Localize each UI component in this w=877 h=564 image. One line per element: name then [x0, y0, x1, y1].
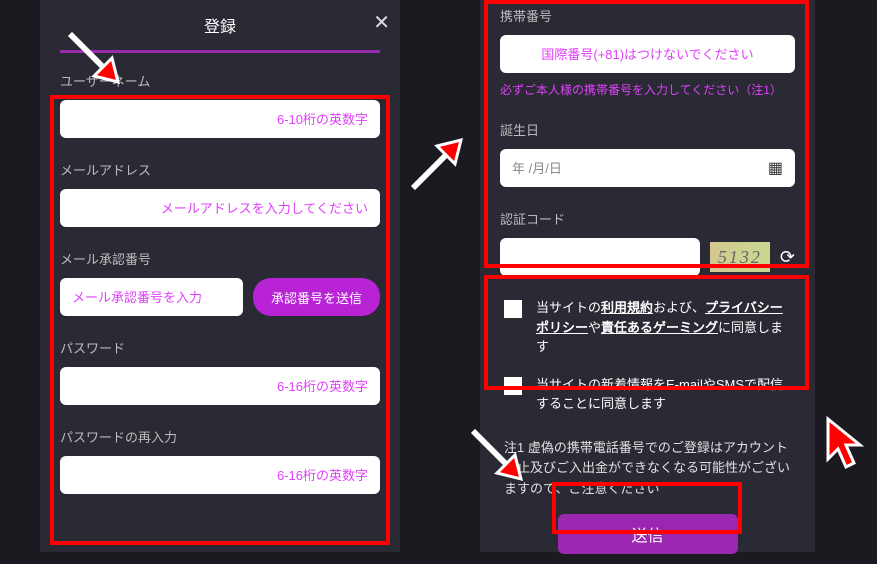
- terms-consent-row: 当サイトの利用規約および、プライバシーポリシーや責任あるゲーミングに同意します: [500, 298, 795, 357]
- email-verify-input[interactable]: [60, 278, 243, 316]
- terms-link[interactable]: 利用規約: [601, 300, 653, 315]
- email-field: メールアドレス: [60, 160, 380, 227]
- birthday-input[interactable]: [500, 149, 795, 187]
- email-verify-label: メール承認番号: [60, 249, 380, 268]
- responsible-gaming-link[interactable]: 責任あるゲーミング: [601, 320, 718, 335]
- email-label: メールアドレス: [60, 160, 380, 179]
- password-field: パスワード: [60, 338, 380, 405]
- terms-mid1: および、: [653, 300, 705, 315]
- submit-button[interactable]: 送信: [558, 514, 738, 554]
- cursor-icon: [822, 415, 872, 475]
- terms-checkbox[interactable]: [504, 300, 522, 318]
- marketing-consent-row: 当サイトの新着情報をE-mailやSMSで配信することに同意します: [500, 375, 795, 414]
- form-body-left: ユーザーネーム メールアドレス メール承認番号 承認番号を送信 パスワード パス…: [40, 61, 400, 526]
- modal-header: 登録 ✕: [40, 0, 400, 50]
- username-field: ユーザーネーム: [60, 71, 380, 138]
- phone-note: 注1 虚偽の携帯電話番号でのご登録はアカウント停止及びご入出金ができなくなる可能…: [500, 432, 795, 514]
- send-code-button[interactable]: 承認番号を送信: [253, 278, 380, 316]
- captcha-image: 5132: [710, 242, 770, 272]
- username-input[interactable]: [60, 100, 380, 138]
- password-confirm-input[interactable]: [60, 456, 380, 494]
- registration-panel-left: 登録 ✕ ユーザーネーム メールアドレス メール承認番号 承認番号を送信 パスワ…: [40, 0, 400, 552]
- registration-panel-right: 携帯番号 必ずご本人様の携帯番号を入力してください（注1） 誕生日 ▦ 認証コー…: [480, 0, 815, 552]
- modal-title: 登録: [204, 13, 236, 37]
- terms-mid2: や: [588, 320, 601, 335]
- captcha-input[interactable]: [500, 238, 700, 276]
- birthday-label: 誕生日: [500, 120, 795, 139]
- email-verify-field: メール承認番号 承認番号を送信: [60, 249, 380, 316]
- marketing-text: 当サイトの新着情報をE-mailやSMSで配信することに同意します: [536, 375, 791, 414]
- captcha-label: 認証コード: [500, 209, 795, 228]
- captcha-field: 認証コード 5132 ⟳: [500, 209, 795, 276]
- close-icon[interactable]: ✕: [373, 10, 390, 35]
- password-confirm-label: パスワードの再入力: [60, 427, 380, 446]
- phone-help-text: 必ずご本人様の携帯番号を入力してください（注1）: [500, 81, 795, 98]
- terms-prefix: 当サイトの: [536, 300, 601, 315]
- password-confirm-field: パスワードの再入力: [60, 427, 380, 494]
- password-input[interactable]: [60, 367, 380, 405]
- form-body-right: 携帯番号 必ずご本人様の携帯番号を入力してください（注1） 誕生日 ▦ 認証コー…: [480, 0, 815, 564]
- password-label: パスワード: [60, 338, 380, 357]
- username-label: ユーザーネーム: [60, 71, 380, 90]
- birthday-field: 誕生日 ▦: [500, 120, 795, 187]
- phone-field: 携帯番号 必ずご本人様の携帯番号を入力してください（注1）: [500, 6, 795, 98]
- phone-label: 携帯番号: [500, 6, 795, 25]
- email-input[interactable]: [60, 189, 380, 227]
- phone-input[interactable]: [500, 35, 795, 73]
- refresh-icon[interactable]: ⟳: [780, 247, 795, 268]
- terms-text: 当サイトの利用規約および、プライバシーポリシーや責任あるゲーミングに同意します: [536, 298, 791, 357]
- divider: [60, 50, 380, 53]
- marketing-checkbox[interactable]: [504, 377, 522, 395]
- arrow-icon: [405, 130, 475, 200]
